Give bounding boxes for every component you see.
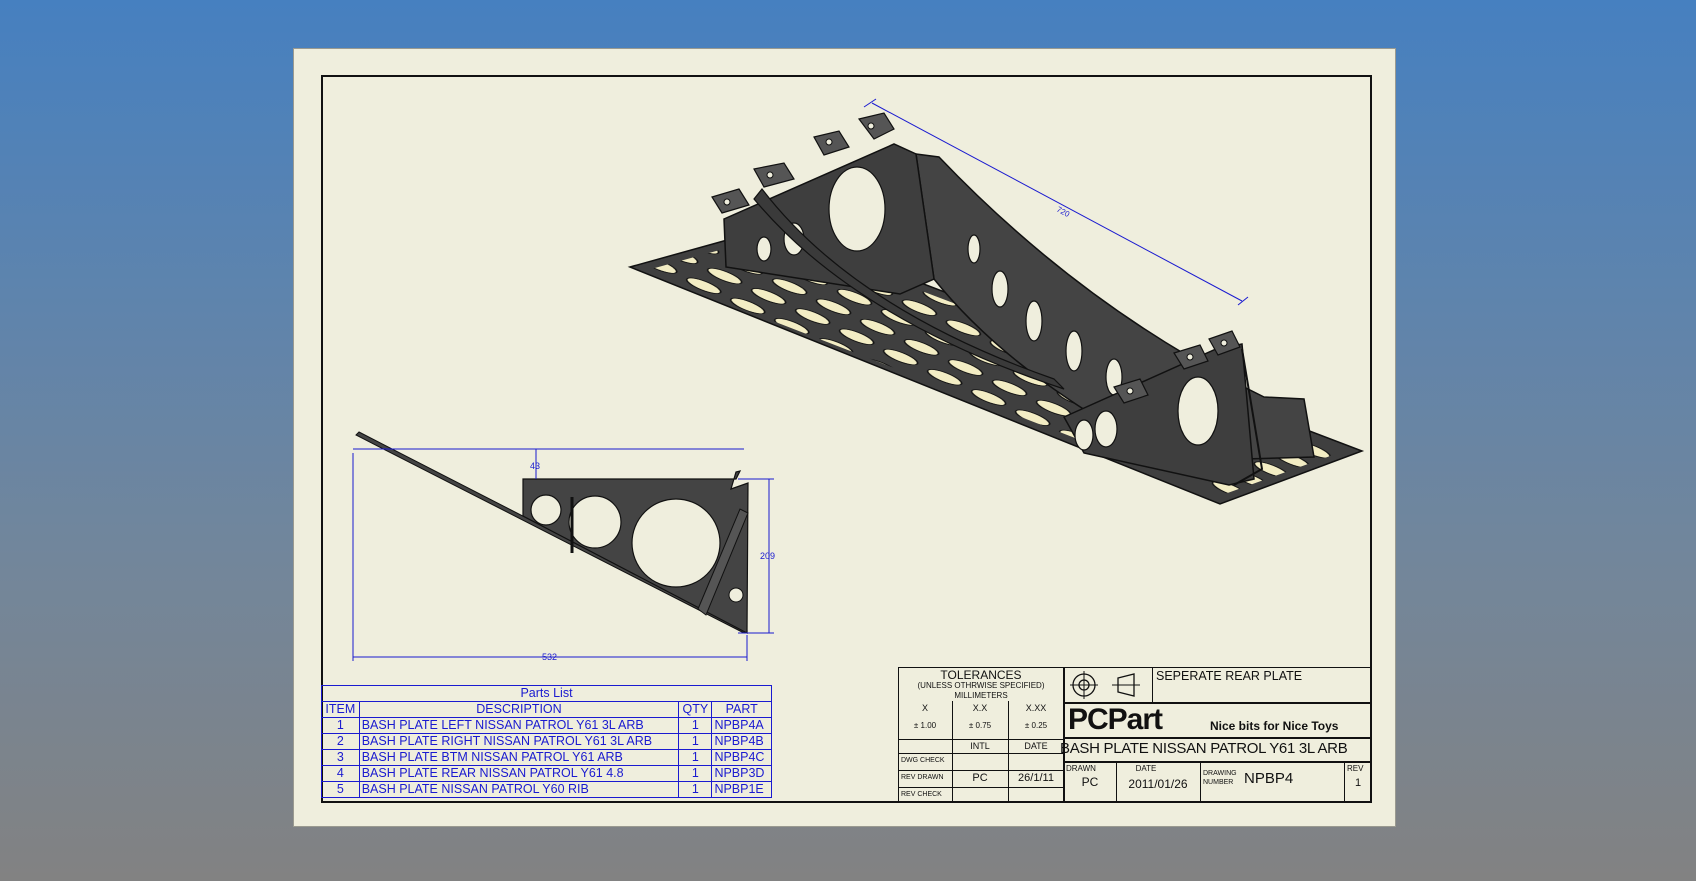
col-part: PART — [711, 701, 772, 718]
table-row: 3 BASH PLATE BTM NISSAN PATROL Y61 ARB 1… — [321, 749, 772, 766]
dwg-check-label: DWG CHECK — [901, 757, 945, 764]
left-bracket — [723, 143, 935, 295]
col-qty: QTY — [678, 701, 713, 718]
dimension-height: 209 — [760, 551, 775, 561]
tolerances-sub: (UNLESS OTHRWISE SPECIFIED) — [917, 681, 1045, 690]
table-row: 1 BASH PLATE LEFT NISSAN PATROL Y61 3L A… — [321, 717, 772, 734]
rev-drawn-label: REV DRAWN — [901, 774, 944, 781]
drawing-sheet: 720 43 209 532 Parts List ITEM DESCRIPTI… — [293, 48, 1396, 827]
drawn-by: PC — [1081, 775, 1099, 789]
parts-list: Parts List ITEM DESCRIPTION QTY PART 1 B… — [321, 685, 772, 798]
drawing-number: NPBP4 — [1244, 770, 1294, 787]
table-row: 5 BASH PLATE NISSAN PATROL Y60 RIB 1 NPB… — [321, 781, 772, 798]
parts-list-caption: Parts List — [321, 685, 772, 702]
company-logo: PCPart — [1068, 703, 1163, 736]
sheet-note: SEPERATE REAR PLATE — [1156, 669, 1303, 683]
col-item: ITEM — [321, 701, 360, 718]
tolerances-title: TOLERANCES — [940, 668, 1022, 682]
table-row: 4 BASH PLATE REAR NISSAN PATROL Y61 4.8 … — [321, 765, 772, 782]
drawn-date: 2011/01/26 — [1128, 777, 1188, 791]
drawing-title: BASH PLATE NISSAN PATROL Y61 3L ARB — [1060, 740, 1348, 757]
company-slogan: Nice bits for Nice Toys — [1210, 719, 1339, 733]
projection-symbol-icon — [1070, 671, 1140, 699]
dimension-offset: 43 — [530, 461, 540, 471]
dimension-width: 532 — [542, 652, 557, 662]
side-view — [355, 431, 749, 634]
table-row: 2 BASH PLATE RIGHT NISSAN PATROL Y61 3L … — [321, 733, 772, 750]
revision-number: 1 — [1354, 777, 1362, 789]
tolerances-unit: MILLIMETERS — [954, 691, 1008, 700]
col-description: DESCRIPTION — [358, 701, 680, 718]
title-block: TOLERANCES (UNLESS OTHRWISE SPECIFIED) M… — [898, 667, 1372, 803]
dimension-length: 720 — [1055, 205, 1071, 219]
rev-check-label: REV CHECK — [901, 791, 942, 798]
